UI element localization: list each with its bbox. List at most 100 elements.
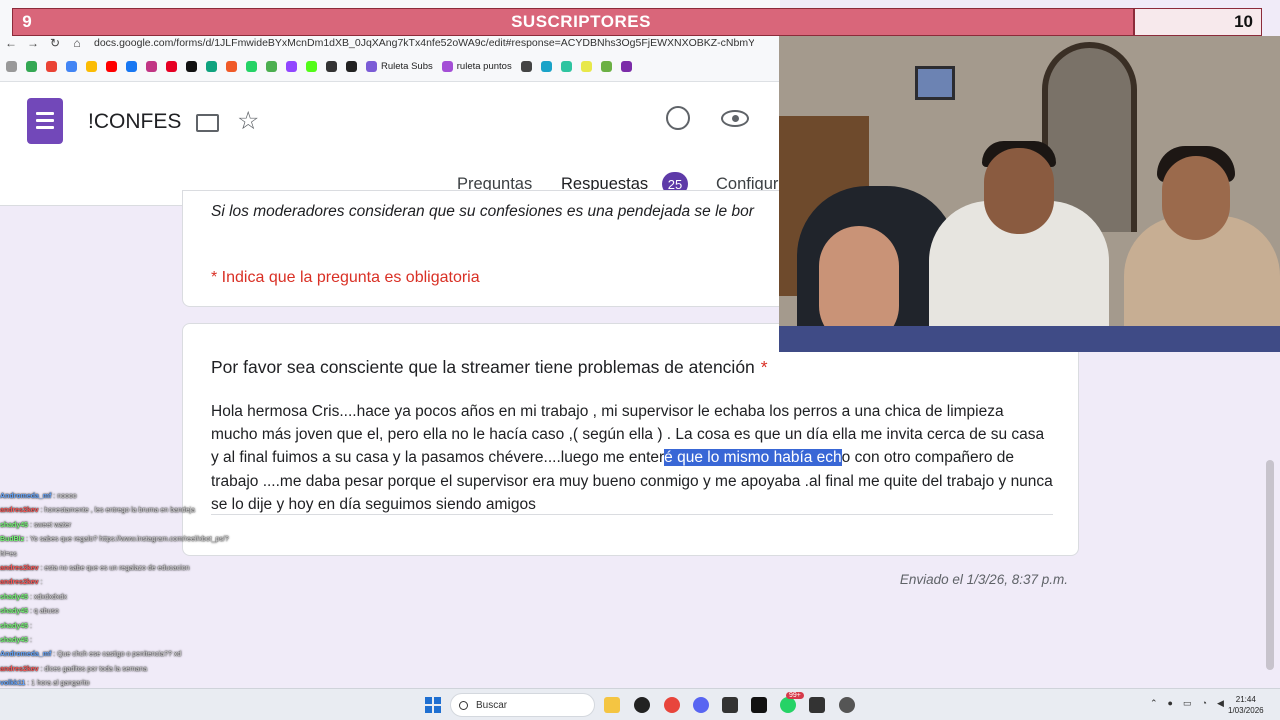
volume-icon[interactable]: ◀ [1217,698,1224,709]
chat-message: shady45 : xdxdxdxdx [0,593,67,601]
notification-badge: 99+ [786,692,804,699]
palette-icon[interactable] [666,106,690,130]
chat-text: esta no sabe que es un regalazo de educa… [44,565,190,573]
chat-text: dices gaditos por toda la semana [44,665,148,673]
chat-username: Andromeda_mf [0,493,52,500]
chat-message: andres2kev : dices gaditos por toda la s… [0,665,148,673]
url-field[interactable]: docs.google.com/forms/d/1JLFmwideBYxMcnD… [94,37,754,49]
chevron-up-icon[interactable]: ⌃ [1150,698,1158,709]
file-explorer-icon[interactable] [604,697,620,713]
chat-text: Que chch ese castigo o penitencia?? xd [57,651,182,659]
chat-message: Andromeda_mf : Que chch ese castigo o pe… [0,651,182,659]
answer-underline [211,514,1053,515]
chat-message: andres2kev : honestamente , les entrego … [0,507,195,515]
back-icon[interactable]: ← [0,36,22,50]
chat-username: Andromeda_mf [0,651,52,659]
preview-eye-icon[interactable] [721,110,749,127]
display-icon[interactable]: ▭ [1183,698,1192,709]
chat-message: shady45 : [0,637,32,645]
chat-text: 1 hora al gangarito [31,680,90,688]
home-icon[interactable]: ⌂ [66,36,88,50]
chat-text: Yo sabes que regalo? https://www.instagr… [29,536,229,544]
bookmark-icon[interactable] [326,60,337,72]
bookmark-icon [441,60,453,72]
taskbar-search[interactable]: Buscar [450,693,595,717]
bookmark-icon[interactable] [226,60,237,72]
twitch-icon[interactable] [286,60,297,72]
response-card: Por favor sea consciente que la streamer… [182,323,1079,556]
windows-start-icon[interactable] [425,697,441,713]
obs-icon[interactable] [839,697,855,713]
chat-username: shady45 [0,637,29,645]
bookmark-icon[interactable] [520,60,532,72]
bookmark-icon[interactable] [580,60,592,72]
guest-face [1162,156,1230,240]
microphone-icon[interactable]: ● [1168,698,1173,709]
required-asterisk: * [760,357,768,377]
drive-icon[interactable] [26,60,37,72]
app-icon[interactable] [722,697,738,713]
tiktok-icon[interactable] [186,60,197,72]
whatsapp-icon[interactable] [246,60,257,72]
bookmark-icon[interactable] [346,60,357,72]
bookmark-icon[interactable] [540,60,552,72]
chat-message: shady45 : [0,622,32,630]
reload-icon[interactable]: ↻ [44,36,66,50]
youtube-icon[interactable] [106,60,117,72]
pinterest-icon[interactable] [166,60,177,72]
chat-message: shady45 : q abuso [0,608,59,616]
bookmarks-bar: Ruleta Subs ruleta puntos [6,58,632,74]
star-icon[interactable]: ☆ [237,106,259,136]
chat-text: q abuso [33,608,59,616]
bookmark-ruleta-puntos[interactable]: ruleta puntos [441,60,512,72]
bookmark-icon[interactable] [206,60,217,72]
whatsapp-icon[interactable] [780,697,796,713]
kick-icon[interactable] [306,60,317,72]
gmail-icon[interactable] [46,60,57,72]
notion-icon[interactable] [751,697,767,713]
chat-message: Andromeda_mf : noooo [0,493,77,500]
bookmark-icon[interactable] [600,60,612,72]
chat-message: shady45 : sweet water [0,521,72,529]
system-tray: ⌃ ● ▭ ◔ ◀ [1150,698,1224,709]
search-icon [459,700,468,710]
facebook-icon[interactable] [126,60,137,72]
chatgpt-icon[interactable] [634,697,650,713]
chat-text: xdxdxdxdx [33,593,67,601]
maps-icon[interactable] [266,60,277,72]
required-note: * Indica que la pregunta es obligatoria [211,269,480,286]
chat-username: shady45 [0,608,29,616]
bookmark-ruleta-subs[interactable]: Ruleta Subs [366,60,433,72]
folder-icon[interactable] [196,114,219,132]
webcam-blanket [779,326,1280,352]
chat-message: andres2kev : [0,579,43,587]
chat-username: andres2kev [0,579,39,587]
form-title[interactable]: !CONFES [88,110,181,134]
bookmark-icon[interactable] [66,60,77,72]
app-icon[interactable] [809,697,825,713]
windows-taskbar: Buscar 99+ ⌃ ● ▭ ◔ ◀ 21:44 1/03/2026 [0,688,1280,720]
discord-icon[interactable] [693,697,709,713]
instagram-icon[interactable] [146,60,157,72]
subscriber-goal-bar: 9 SUSCRIPTORES 10 [12,8,1262,36]
bookmark-icon[interactable] [620,60,632,72]
chat-text: noooo [57,493,77,500]
bookmark-icon[interactable] [560,60,572,72]
goal-current: 9 [22,12,32,31]
chrome-icon[interactable] [664,697,680,713]
apps-icon[interactable] [6,60,17,72]
network-icon[interactable]: ◔ [1202,698,1207,709]
forward-icon[interactable]: → [22,36,44,50]
address-row: ← → ↻ ⌂ docs.google.com/forms/d/1JLFmwid… [0,34,780,52]
bookmark-icon[interactable] [86,60,97,72]
chat-username: BudBlz [0,536,25,544]
google-forms-logo-icon[interactable] [27,98,63,144]
chat-text: sweet water [33,521,72,529]
chat-message: BudBlz : Yo sabes que regalo? https://ww… [0,536,229,544]
answer-text[interactable]: Hola hermosa Cris....hace ya pocos años … [211,400,1053,516]
chat-message: hl=es [0,548,300,562]
system-clock[interactable]: 21:44 1/03/2026 [1228,694,1264,716]
page-scrollbar[interactable] [1266,460,1274,670]
guest-face [984,148,1054,234]
form-description: Si los moderadores consideran que su con… [211,203,754,220]
